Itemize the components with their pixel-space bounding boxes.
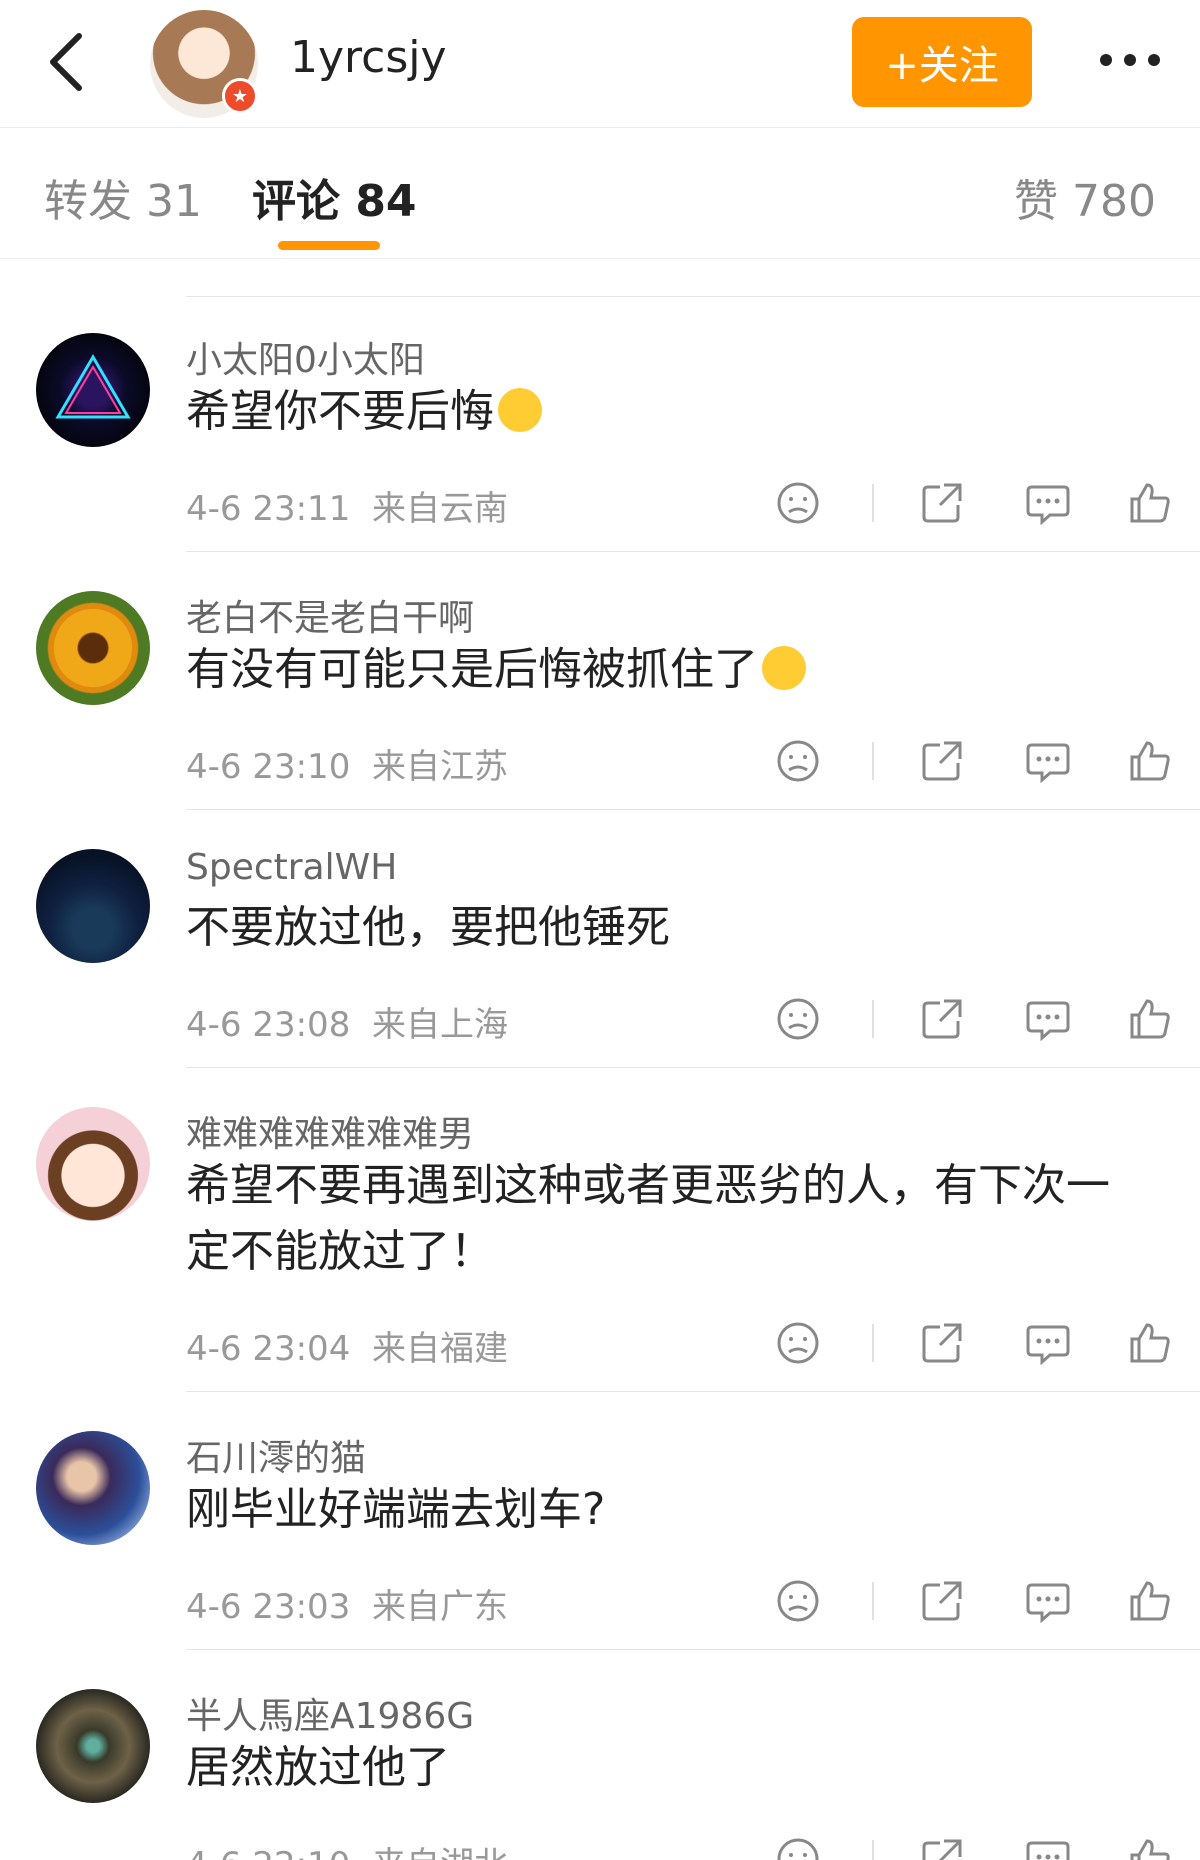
- divider: [872, 1582, 874, 1620]
- back-button[interactable]: [30, 22, 100, 102]
- comment-username[interactable]: 难难难难难难难男: [186, 1105, 474, 1157]
- verified-badge-icon: ★: [222, 78, 258, 114]
- like-icon[interactable]: [1122, 1315, 1178, 1371]
- dislike-icon[interactable]: [770, 991, 826, 1047]
- comment-meta: 4-6 22:10 来自湖北: [186, 1837, 508, 1860]
- comment-list[interactable]: 小太阳0小太阳 希望你不要后悔 4-6 23:11 来自云南 老白不是老白干啊 …: [0, 260, 1200, 1860]
- comment-time: 4-6 23:10: [186, 747, 351, 787]
- reply-icon[interactable]: [1020, 1315, 1076, 1371]
- comment-location: 来自上海: [371, 1005, 508, 1045]
- comment-meta: 4-6 23:08 来自上海: [186, 997, 508, 1046]
- avatar[interactable]: [36, 1107, 150, 1221]
- divider: [186, 296, 1200, 297]
- follow-button[interactable]: +关注: [852, 17, 1032, 107]
- comment-location: 来自江苏: [371, 747, 508, 787]
- comment-text: 有没有可能只是后悔被抓住了: [186, 637, 1146, 703]
- comment-meta: 4-6 23:04 来自福建: [186, 1321, 508, 1370]
- avatar[interactable]: [36, 849, 150, 963]
- divider: [186, 809, 1200, 810]
- like-icon[interactable]: [1122, 475, 1178, 531]
- dislike-icon[interactable]: [770, 475, 826, 531]
- comment-time: 4-6 22:10: [186, 1845, 350, 1860]
- dislike-icon[interactable]: [770, 1831, 826, 1860]
- comment-username[interactable]: 石川澪的猫: [186, 1429, 366, 1481]
- comment-username[interactable]: 老白不是老白干啊: [186, 589, 474, 641]
- username[interactable]: 1yrcsjy: [290, 32, 447, 83]
- comment-text: 希望不要再遇到这种或者更恶劣的人，有下次一定不能放过了！: [186, 1160, 1110, 1277]
- comment-actions: [770, 475, 1178, 531]
- like-icon[interactable]: [1122, 733, 1178, 789]
- avatar[interactable]: [36, 1689, 150, 1803]
- divider: [872, 742, 874, 780]
- comment-actions: [770, 1315, 1178, 1371]
- comment-time: 4-6 23:03: [186, 1587, 351, 1627]
- share-icon[interactable]: [914, 1831, 970, 1860]
- dislike-icon[interactable]: [770, 733, 826, 789]
- divider: [872, 1000, 874, 1038]
- comment-actions: [770, 733, 1178, 789]
- like-icon[interactable]: [1122, 1831, 1178, 1860]
- top-bar: ★ 1yrcsjy +关注: [0, 0, 1200, 128]
- comment-meta: 4-6 23:11 来自云南: [186, 481, 508, 530]
- share-icon[interactable]: [914, 1573, 970, 1629]
- comment-location: 来自云南: [371, 489, 508, 529]
- laugh-cry-emoji-icon: [762, 646, 806, 690]
- comment-username[interactable]: SpectralWH: [186, 847, 397, 888]
- comment-text: 希望你不要后悔: [186, 379, 1146, 445]
- divider: [872, 484, 874, 522]
- divider: [186, 551, 1200, 552]
- share-icon[interactable]: [914, 475, 970, 531]
- dislike-icon[interactable]: [770, 1573, 826, 1629]
- comment-time: 4-6 23:11: [186, 489, 351, 529]
- comment-text: 刚毕业好端端去划车?: [186, 1484, 606, 1535]
- chevron-left-icon: [50, 33, 82, 91]
- comment-actions: [770, 1831, 1178, 1860]
- tab-bar: 转发 31 评论 84 赞 780: [0, 129, 1200, 259]
- comment-time: 4-6 23:04: [186, 1329, 351, 1369]
- comment-meta: 4-6 23:03 来自广东: [186, 1579, 508, 1628]
- reply-icon[interactable]: [1020, 1573, 1076, 1629]
- comment-location: 来自福建: [371, 1329, 508, 1369]
- user-avatar[interactable]: ★: [150, 10, 258, 118]
- comment-location: 来自广东: [371, 1587, 508, 1627]
- hug-emoji-icon: [498, 388, 542, 432]
- tab-likes[interactable]: 赞 780: [1014, 165, 1156, 229]
- more-options-icon[interactable]: [1080, 40, 1180, 80]
- avatar[interactable]: [36, 591, 150, 705]
- like-icon[interactable]: [1122, 1573, 1178, 1629]
- comment-actions: [770, 991, 1178, 1047]
- divider: [186, 1649, 1200, 1650]
- share-icon[interactable]: [914, 1315, 970, 1371]
- reply-icon[interactable]: [1020, 733, 1076, 789]
- comment-text: 居然放过他了: [186, 1742, 450, 1793]
- divider: [872, 1840, 874, 1860]
- active-tab-indicator: [278, 241, 380, 250]
- dislike-icon[interactable]: [770, 1315, 826, 1371]
- tab-comments[interactable]: 评论 84: [252, 165, 417, 229]
- reply-icon[interactable]: [1020, 991, 1076, 1047]
- share-icon[interactable]: [914, 991, 970, 1047]
- divider: [186, 1391, 1200, 1392]
- avatar[interactable]: [36, 333, 150, 447]
- reply-icon[interactable]: [1020, 1831, 1076, 1860]
- comment-username[interactable]: 小太阳0小太阳: [186, 331, 425, 383]
- tab-reposts[interactable]: 转发 31: [44, 165, 202, 229]
- comment-text: 不要放过他，要把他锤死: [186, 902, 670, 953]
- comment-meta: 4-6 23:10 来自江苏: [186, 739, 508, 788]
- comment-time: 4-6 23:08: [186, 1005, 351, 1045]
- comment-username[interactable]: 半人馬座A1986G: [186, 1687, 474, 1739]
- triangle-art-icon: [55, 354, 131, 419]
- reply-icon[interactable]: [1020, 475, 1076, 531]
- divider: [872, 1324, 874, 1362]
- like-icon[interactable]: [1122, 991, 1178, 1047]
- comment-actions: [770, 1573, 1178, 1629]
- comment-location: 来自湖北: [372, 1845, 508, 1860]
- avatar[interactable]: [36, 1431, 150, 1545]
- divider: [186, 1067, 1200, 1068]
- share-icon[interactable]: [914, 733, 970, 789]
